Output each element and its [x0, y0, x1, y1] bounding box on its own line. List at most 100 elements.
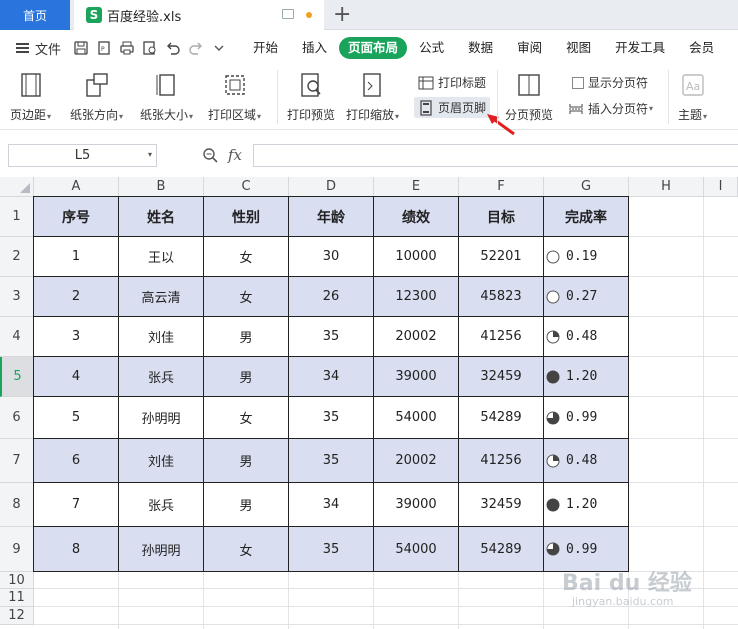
- cell-seq[interactable]: 3: [34, 317, 119, 357]
- cell-name[interactable]: 张兵: [119, 483, 204, 527]
- row-header-11[interactable]: 11: [0, 589, 34, 607]
- export-pdf-icon[interactable]: P: [96, 40, 112, 56]
- cell-target[interactable]: 41256: [459, 439, 544, 483]
- redo-icon[interactable]: [188, 40, 204, 56]
- cell-age[interactable]: 30: [289, 237, 374, 277]
- monitor-icon[interactable]: [282, 9, 294, 19]
- cell-performance[interactable]: 39000: [374, 483, 459, 527]
- zoom-icon[interactable]: [202, 147, 218, 163]
- cell-name[interactable]: 王以: [119, 237, 204, 277]
- cell-target[interactable]: 32459: [459, 357, 544, 397]
- row-header-2[interactable]: 2: [0, 237, 34, 277]
- name-box[interactable]: L5 ▾: [8, 144, 157, 167]
- cell-gender[interactable]: 女: [204, 397, 289, 439]
- column-header-g[interactable]: G: [544, 177, 629, 197]
- cell-gender[interactable]: 女: [204, 527, 289, 572]
- cell-age[interactable]: 34: [289, 357, 374, 397]
- cell-gender[interactable]: 女: [204, 237, 289, 277]
- column-header-i[interactable]: I: [704, 177, 738, 197]
- cell-rate[interactable]: 0.19: [544, 237, 629, 277]
- cell-performance[interactable]: 12300: [374, 277, 459, 317]
- cell-age[interactable]: 35: [289, 527, 374, 572]
- header-cell[interactable]: 完成率: [544, 197, 629, 237]
- column-header-f[interactable]: F: [459, 177, 544, 197]
- cell-gender[interactable]: 男: [204, 483, 289, 527]
- row-header-1[interactable]: 1: [0, 197, 34, 237]
- function-icon[interactable]: fx: [228, 146, 242, 164]
- cell-age[interactable]: 35: [289, 439, 374, 483]
- cell-gender[interactable]: 男: [204, 439, 289, 483]
- print-preview-button[interactable]: 打印预览: [287, 72, 335, 123]
- header-cell[interactable]: 序号: [34, 197, 119, 237]
- tab-home[interactable]: 首页: [0, 0, 70, 30]
- cell-performance[interactable]: 54000: [374, 527, 459, 572]
- file-menu-button[interactable]: 文件: [16, 39, 61, 58]
- cell-age[interactable]: 34: [289, 483, 374, 527]
- cell-target[interactable]: 54289: [459, 527, 544, 572]
- cell-seq[interactable]: 8: [34, 527, 119, 572]
- show-page-breaks-checkbox[interactable]: 显示分页符: [572, 74, 648, 91]
- chevron-down-icon[interactable]: [211, 40, 227, 56]
- cell-age[interactable]: 26: [289, 277, 374, 317]
- cell-age[interactable]: 35: [289, 397, 374, 439]
- orientation-button[interactable]: 纸张方向▾: [70, 72, 123, 123]
- column-header-h[interactable]: H: [629, 177, 704, 197]
- tab-member[interactable]: 会员: [677, 37, 726, 59]
- column-header-e[interactable]: E: [374, 177, 459, 197]
- insert-page-break-button[interactable]: 插入分页符 ▾: [568, 100, 653, 117]
- column-header-b[interactable]: B: [119, 177, 204, 197]
- cell-performance[interactable]: 20002: [374, 439, 459, 483]
- row-header-10[interactable]: 10: [0, 572, 34, 589]
- cell-seq[interactable]: 1: [34, 237, 119, 277]
- cell-name[interactable]: 孙明明: [119, 397, 204, 439]
- tab-view[interactable]: 视图: [554, 37, 603, 59]
- header-cell[interactable]: 性别: [204, 197, 289, 237]
- print-preview-icon[interactable]: [142, 40, 158, 56]
- cell-rate[interactable]: 0.99: [544, 397, 629, 439]
- column-header-a[interactable]: A: [34, 177, 119, 197]
- print-area-button[interactable]: 打印区域▾: [208, 72, 261, 123]
- print-titles-button[interactable]: 打印标题: [418, 74, 486, 91]
- cell-performance[interactable]: 54000: [374, 397, 459, 439]
- row-header-3[interactable]: 3: [0, 277, 34, 317]
- cell-name[interactable]: 张兵: [119, 357, 204, 397]
- row-header-6[interactable]: 6: [0, 397, 34, 439]
- cell-rate[interactable]: 0.27: [544, 277, 629, 317]
- cell-gender[interactable]: 男: [204, 357, 289, 397]
- save-icon[interactable]: [73, 40, 89, 56]
- cell-rate[interactable]: 0.48: [544, 439, 629, 483]
- select-all-corner[interactable]: [0, 177, 34, 197]
- row-header-5[interactable]: 5: [0, 357, 34, 397]
- page-break-preview-button[interactable]: 分页预览: [505, 72, 553, 123]
- cell-rate[interactable]: 1.20: [544, 357, 629, 397]
- cell-gender[interactable]: 男: [204, 317, 289, 357]
- new-tab-plus-icon[interactable]: +: [333, 2, 351, 28]
- cell-name[interactable]: 高云清: [119, 277, 204, 317]
- formula-input[interactable]: [253, 144, 738, 167]
- column-header-d[interactable]: D: [289, 177, 374, 197]
- row-header-9[interactable]: 9: [0, 527, 34, 572]
- cell-name[interactable]: 刘佳: [119, 439, 204, 483]
- cell-performance[interactable]: 20002: [374, 317, 459, 357]
- paper-size-button[interactable]: 纸张大小▾: [140, 72, 193, 123]
- margins-button[interactable]: 页边距▾: [10, 72, 51, 123]
- cell-target[interactable]: 41256: [459, 317, 544, 357]
- header-cell[interactable]: 目标: [459, 197, 544, 237]
- undo-icon[interactable]: [165, 40, 181, 56]
- cell-rate[interactable]: 1.20: [544, 483, 629, 527]
- row-header-8[interactable]: 8: [0, 483, 34, 527]
- tab-developer[interactable]: 开发工具: [603, 37, 677, 59]
- chevron-down-icon[interactable]: ▾: [148, 150, 152, 159]
- column-header-c[interactable]: C: [204, 177, 289, 197]
- tab-insert[interactable]: 插入: [290, 37, 339, 59]
- header-cell[interactable]: 姓名: [119, 197, 204, 237]
- cell-target[interactable]: 45823: [459, 277, 544, 317]
- cell-target[interactable]: 52201: [459, 237, 544, 277]
- row-header-4[interactable]: 4: [0, 317, 34, 357]
- cell-seq[interactable]: 2: [34, 277, 119, 317]
- tab-document[interactable]: S 百度经验.xls: [74, 0, 324, 30]
- cell-name[interactable]: 孙明明: [119, 527, 204, 572]
- tab-data[interactable]: 数据: [456, 37, 505, 59]
- cell-target[interactable]: 32459: [459, 483, 544, 527]
- header-footer-button[interactable]: 页眉页脚: [414, 97, 491, 118]
